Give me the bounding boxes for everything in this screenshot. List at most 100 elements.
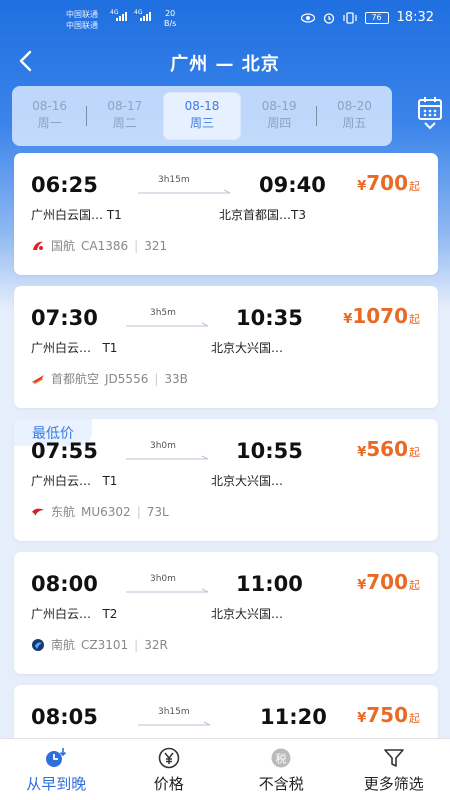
signal-icon-2 [140,12,151,21]
tax-glyph: 税 [276,752,287,766]
date-tab-date: 08-16 [32,99,68,113]
price-suffix: 起 [409,579,420,592]
price: ¥700起 [357,171,420,195]
departure-airport-name: 广州白云… [31,474,92,488]
carrier-1: 中国联通 [66,10,98,19]
air-china-icon [33,241,43,250]
route-arrow-icon [138,721,211,726]
flight-number: CA1386 [81,238,129,253]
alarm-icon [323,12,334,24]
date-tab-date: 08-20 [336,99,372,113]
network-speed-value: 20 [165,9,176,18]
departure-terminal: T1 [102,474,118,488]
price-value: 1070 [352,304,408,328]
date-tab[interactable]: 08-20 周五 [317,93,392,139]
price-suffix: 起 [409,712,420,725]
clock-time: 18:32 [396,10,434,25]
aircraft-type: 73L [146,504,169,519]
date-tab-weekday: 周一 [37,116,62,130]
price: ¥560起 [357,437,420,461]
divider: | [134,637,139,652]
sort-tab-price[interactable]: 价格 [113,739,226,800]
airline-name: 首都航空 [51,372,100,386]
departure-time: 06:25 [31,173,98,197]
price-value: 700 [366,171,408,195]
departure-airport: 广州白云… T1 [31,472,117,489]
china-eastern-icon [32,508,44,516]
departure-airport: 广州白云国… T1 [31,206,122,223]
carrier-info: 中国联通 中国联通 [66,9,98,31]
airline-info: 国航 CA1386 | 321 [31,237,167,254]
divider: | [134,238,139,253]
airline-name: 东航 [51,505,76,519]
price: ¥1070起 [343,304,420,328]
price: ¥700起 [357,570,420,594]
flight-number: CZ3101 [81,637,129,652]
aircraft-type: 33B [164,371,188,386]
price-suffix: 起 [409,446,420,459]
departure-terminal: T1 [106,208,122,222]
tab-label: 不含税 [258,775,304,793]
date-tab[interactable]: 08-19 周四 [242,93,317,139]
route-arrow-icon [126,588,209,593]
price-suffix: 起 [409,180,420,193]
arrival-airport: 北京首都国…T3 [219,208,306,222]
carrier-2: 中国联通 [66,21,98,30]
sort-tab-tax[interactable]: 税 不含税 [225,739,338,800]
date-tab-date: 08-18 [184,99,220,113]
status-bar: 中国联通 中国联通 4G 4G 20 B/s 76 18:32 [0,0,450,40]
price-value: 700 [366,570,408,594]
calendar-icon[interactable] [414,96,446,132]
arrival-time: 11:00 [236,572,303,596]
date-tab[interactable]: 08-17 周二 [87,93,162,139]
date-tab-date: 08-19 [261,99,297,113]
nav-header: 广州 — 北京 [0,40,450,84]
bottom-sort-bar: 从早到晚 价格 税 不含税 更多筛选 [0,738,450,800]
flight-number: JD5556 [105,371,149,386]
date-tab[interactable]: 08-16 周一 [12,93,88,139]
signal-icon [116,12,127,21]
currency-symbol: ¥ [357,445,367,460]
arrival-time: 09:40 [259,173,326,197]
route-title: 广州 — 北京 [170,54,280,75]
currency-symbol: ¥ [357,578,367,593]
date-tab-date: 08-17 [107,99,143,113]
departure-time: 08:00 [31,572,98,596]
vibrate-icon [342,11,357,24]
yen-icon [158,747,180,769]
airline-info: 首都航空 JD5556 | 33B [31,370,188,387]
price-value: 750 [366,703,408,727]
airline-info: 东航 MU6302 | 73L [31,503,169,520]
aircraft-type: 32R [144,637,168,652]
flight-card[interactable]: 06:25 3h15m 09:40 广州白云国… T1 北京首都国…T3 ¥70… [14,153,438,275]
flight-card[interactable]: 最低价 07:55 3h0m 10:55 广州白云… T1 北京大兴国… ¥56… [14,419,438,541]
departure-terminal: T1 [102,341,118,355]
flight-duration: 3h15m [158,175,190,185]
sort-tab-time[interactable]: 从早到晚 [0,739,113,800]
divider: | [136,504,141,519]
departure-time: 07:55 [31,439,98,463]
arrival-time: 10:55 [236,439,303,463]
sort-tab-filter[interactable]: 更多筛选 [338,739,450,800]
tab-label: 价格 [153,775,184,793]
date-tab-selected[interactable]: 08-18 周三 [164,93,240,139]
tab-label: 更多筛选 [363,775,424,793]
flight-number: MU6302 [81,504,131,519]
departure-time: 08:05 [31,705,98,729]
route-arrow-icon [126,322,209,327]
airline-info: 南航 CZ3101 | 32R [31,636,168,653]
price-value: 560 [366,437,408,461]
flight-card[interactable]: 08:00 3h0m 11:00 广州白云… T2 北京大兴国… ¥700起 南… [14,552,438,674]
departure-airport-name: 广州白云国… [31,208,104,222]
currency-symbol: ¥ [357,179,367,194]
price-suffix: 起 [409,313,420,326]
flight-card[interactable]: 07:30 3h5m 10:35 广州白云… T1 北京大兴国… ¥1070起 … [14,286,438,408]
date-tab-weekday: 周四 [267,116,292,130]
tax-icon: 税 [271,748,291,768]
tab-label: 从早到晚 [26,775,87,793]
capital-airlines-icon [32,374,44,385]
flight-duration: 3h15m [158,707,190,717]
date-tab-weekday: 周五 [342,116,367,130]
airline-name: 南航 [51,638,76,652]
departure-airport-name: 广州白云… [31,341,92,355]
